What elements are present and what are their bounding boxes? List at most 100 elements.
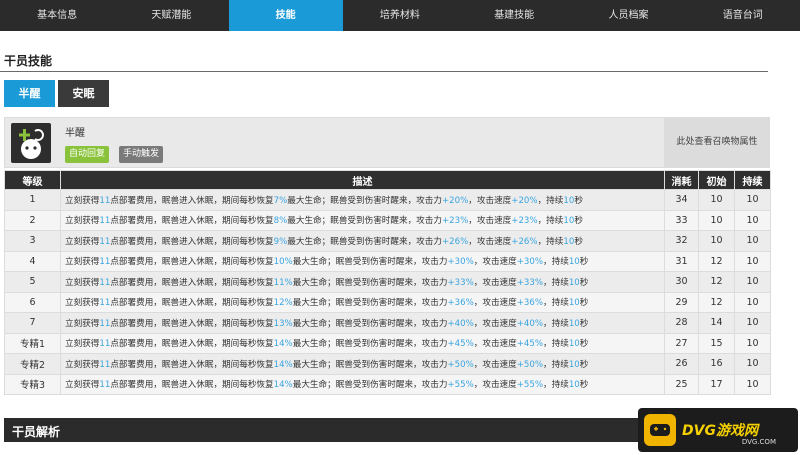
description-cell: 立刻获得11点部署费用，眠兽进入休眠，期间每秒恢复14%最大生命；眠兽受到伤害时… [60, 332, 665, 354]
nav-tab[interactable]: 培养材料 [343, 0, 457, 31]
desc-value: 10 [563, 236, 575, 247]
desc-text: 最大生命；眠兽受到伤害时醒来，攻击力 [292, 257, 448, 268]
gamepad-icon [644, 414, 676, 446]
level-cell: 专精1 [4, 332, 61, 354]
initial-cell: 10 [698, 189, 735, 211]
nav-tab[interactable]: 基本信息 [0, 0, 114, 31]
skill-tab[interactable]: 安眠 [58, 80, 109, 107]
desc-text: ，攻击速度 [473, 298, 517, 309]
table-row: 4 立刻获得11点部署费用，眠兽进入休眠，期间每秒恢复10%最大生命；眠兽受到伤害… [4, 250, 771, 272]
cost-cell: 33 [664, 209, 699, 231]
initial-cell: 12 [698, 250, 735, 272]
skill-icon [11, 123, 51, 163]
desc-value: 10 [563, 216, 575, 227]
table-row: 6 立刻获得11点部署费用，眠兽进入休眠，期间每秒恢复12%最大生命；眠兽受到伤害… [4, 291, 771, 313]
desc-value: 7% [273, 195, 288, 206]
duration-cell: 10 [734, 373, 771, 395]
desc-value: +50% [447, 359, 474, 370]
desc-text: 秒 [579, 339, 589, 350]
level-cell: 专精2 [4, 353, 61, 375]
desc-value: 11 [99, 339, 111, 350]
desc-text: 最大生命；眠兽受到伤害时醒来，攻击力 [292, 298, 448, 309]
table-row: 专精1 立刻获得11点部署费用，眠兽进入休眠，期间每秒恢复14%最大生命；眠兽受到… [4, 332, 771, 354]
desc-value: 11 [99, 216, 111, 227]
desc-text: 最大生命；眠兽受到伤害时醒来，攻击力 [292, 318, 448, 329]
desc-value: 11 [99, 359, 111, 370]
header-cost: 消耗 [664, 170, 699, 190]
desc-text: ，攻击速度 [473, 339, 517, 350]
initial-cell: 10 [698, 230, 735, 252]
desc-text: ，持续 [543, 339, 569, 350]
watermark-sub: DVG.COM [741, 438, 776, 446]
desc-text: ，持续 [537, 216, 564, 227]
desc-text: 秒 [579, 359, 589, 370]
desc-value: 9% [273, 236, 288, 247]
cost-cell: 29 [664, 291, 699, 313]
nav-tab[interactable]: 技能 [228, 0, 343, 31]
desc-text: ，攻击速度 [473, 318, 517, 329]
desc-value: 10% [273, 257, 293, 268]
desc-value: +20% [441, 195, 469, 206]
nav-tab[interactable]: 基建技能 [457, 0, 571, 31]
cost-cell: 32 [664, 230, 699, 252]
description-cell: 立刻获得11点部署费用，眠兽进入休眠，期间每秒恢复13%最大生命；眠兽受到伤害时… [60, 312, 665, 334]
top-nav: 基本信息 天赋潜能 技能 培养材料 基建技能 人员档案 语音台词 [0, 0, 800, 31]
desc-value: 14% [273, 339, 293, 350]
desc-value: +23% [441, 216, 469, 227]
desc-text: 立刻获得 [65, 298, 100, 309]
desc-value: +23% [511, 216, 538, 227]
desc-text: ，攻击速度 [473, 380, 517, 391]
nav-tab[interactable]: 语音台词 [686, 0, 800, 31]
level-cell: 6 [4, 291, 61, 313]
desc-text: 秒 [574, 216, 583, 227]
table-row: 1 立刻获得11点部署费用，眠兽进入休眠，期间每秒恢复7%最大生命；眠兽受到伤害时… [4, 189, 771, 211]
level-cell: 7 [4, 312, 61, 334]
desc-text: ，攻击速度 [468, 236, 512, 247]
desc-value: 14% [273, 359, 293, 370]
duration-cell: 10 [734, 353, 771, 375]
watermark: DVG游戏网 DVG.COM [638, 408, 798, 452]
desc-value: 11% [273, 277, 293, 288]
nav-tab[interactable]: 人员档案 [571, 0, 685, 31]
desc-value: 10 [568, 318, 580, 329]
cost-cell: 28 [664, 312, 699, 334]
tag-manual-trigger: 手动触发 [119, 146, 164, 163]
skill-name: 半醒 [65, 128, 85, 139]
desc-value: 11 [99, 236, 111, 247]
level-cell: 5 [4, 271, 61, 293]
desc-text: 点部署费用，眠兽进入休眠，期间每秒恢复 [110, 257, 274, 268]
level-cell: 1 [4, 189, 61, 211]
duration-cell: 10 [734, 291, 771, 313]
nav-tab[interactable]: 天赋潜能 [114, 0, 228, 31]
desc-value: +36% [447, 298, 474, 309]
initial-cell: 12 [698, 271, 735, 293]
summon-attributes-link[interactable]: 此处查看召唤物属性 [664, 118, 770, 167]
level-cell: 2 [4, 209, 61, 231]
skill-tab[interactable]: 半醒 [4, 80, 55, 107]
desc-text: 最大生命；眠兽受到伤害时醒来，攻击力 [287, 236, 442, 247]
desc-value: 13% [273, 318, 293, 329]
desc-value: +30% [447, 257, 474, 268]
desc-text: 立刻获得 [65, 216, 100, 227]
desc-value: 10 [568, 380, 580, 391]
table-row: 专精2 立刻获得11点部署费用，眠兽进入休眠，期间每秒恢复14%最大生命；眠兽受到… [4, 353, 771, 375]
duration-cell: 10 [734, 189, 771, 211]
desc-value: 11 [99, 257, 111, 268]
header-level: 等级 [4, 170, 61, 190]
desc-text: ，持续 [543, 318, 569, 329]
skill-level-table: 等级 描述 消耗 初始 持续 1 立刻获得11点部署费用，眠兽进入休眠，期间每秒恢… [4, 170, 771, 395]
desc-value: 14% [273, 380, 293, 391]
desc-text: 点部署费用，眠兽进入休眠，期间每秒恢复 [110, 298, 274, 309]
desc-text: 点部署费用，眠兽进入休眠，期间每秒恢复 [110, 318, 274, 329]
desc-text: ，持续 [543, 257, 569, 268]
duration-cell: 10 [734, 332, 771, 354]
desc-value: 8% [273, 216, 288, 227]
description-cell: 立刻获得11点部署费用，眠兽进入休眠，期间每秒恢复11%最大生命；眠兽受到伤害时… [60, 271, 665, 293]
description-cell: 立刻获得11点部署费用，眠兽进入休眠，期间每秒恢复12%最大生命；眠兽受到伤害时… [60, 291, 665, 313]
desc-text: 立刻获得 [65, 195, 100, 206]
desc-text: ，持续 [537, 236, 564, 247]
desc-text: 秒 [579, 318, 589, 329]
level-cell: 4 [4, 250, 61, 272]
desc-text: 秒 [579, 257, 589, 268]
desc-value: +30% [516, 257, 544, 268]
